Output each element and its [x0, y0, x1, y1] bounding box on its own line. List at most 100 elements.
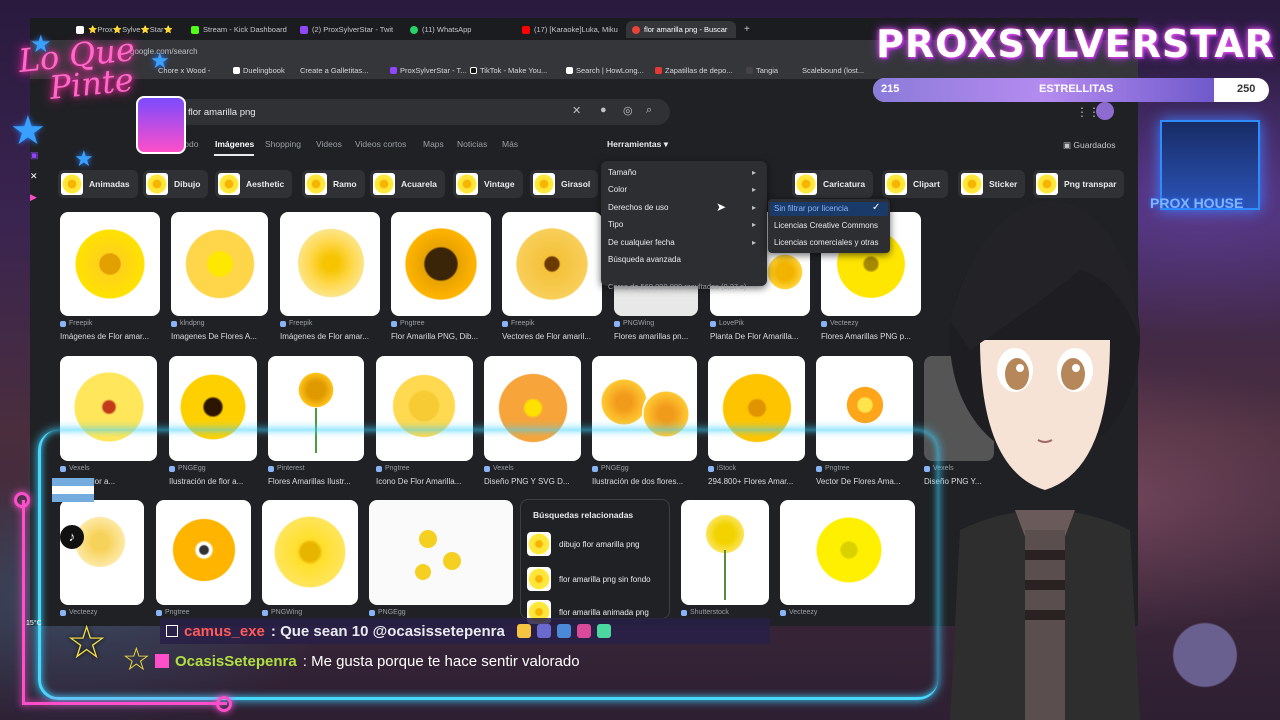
- search-icon[interactable]: ⌕: [646, 104, 652, 117]
- chat-text: : Que sean 10 @ocasissetepenra: [270, 622, 505, 640]
- kick-icon: [191, 25, 199, 34]
- menu-item-usage-rights[interactable]: Derechos de uso ▸: [608, 203, 756, 212]
- youtube-icon: [522, 25, 530, 34]
- emote-icon: [536, 624, 551, 638]
- chevron-right-icon: ▸: [752, 168, 757, 177]
- star-icon: ☆: [66, 616, 108, 668]
- tab-youtube[interactable]: (17) [Karaoke]Luka, Miku: [516, 21, 622, 38]
- goal-current: 215: [881, 83, 900, 95]
- neon-line: [22, 500, 25, 705]
- tab-google-search[interactable]: flor amarilla png - Buscar: [626, 21, 736, 38]
- tab-imagenes[interactable]: Imágenes: [215, 139, 254, 149]
- results-count: Cerca de 569.000.000 resultados (0,27 s): [608, 282, 747, 291]
- tab-kick[interactable]: Stream - Kick Dashboard: [185, 21, 287, 38]
- bookmark[interactable]: Search | HowLong...: [566, 66, 644, 75]
- star-icon: ★: [10, 109, 46, 153]
- star-icon: ★: [74, 146, 94, 171]
- new-tab-button[interactable]: +: [738, 21, 752, 38]
- x-icon: [76, 25, 84, 34]
- chip-filter[interactable]: Vintage: [453, 170, 523, 198]
- tiktok-icon: ♪: [60, 525, 84, 549]
- menu-item-color[interactable]: Color ▸: [608, 185, 756, 194]
- flower-image: [391, 212, 491, 316]
- follower-goal-bar: 215 ESTRELLITAS 250: [873, 78, 1269, 102]
- badge-icon: [155, 654, 169, 668]
- neon-dot: [216, 696, 232, 712]
- chat-message: OcasisSetepenra : Me gusta porque te hac…: [155, 648, 580, 674]
- chip-filter[interactable]: Aesthetic: [215, 170, 293, 198]
- x-icon: ✕: [30, 171, 38, 181]
- chip-filter[interactable]: Acuarela: [370, 170, 445, 198]
- chip-filter[interactable]: Girasol: [530, 170, 599, 198]
- chevron-right-icon: ▸: [752, 220, 757, 229]
- star-icon: ★: [150, 48, 170, 73]
- cat-icon: [1150, 600, 1260, 710]
- bookmark[interactable]: Duelingbook: [233, 66, 285, 75]
- saved-button[interactable]: ▣ Guardados: [1063, 140, 1115, 151]
- bookmark[interactable]: Scalebound (lost...: [802, 66, 864, 75]
- whatsapp-icon: [410, 25, 418, 34]
- chevron-right-icon: ▸: [752, 203, 757, 212]
- google-icon: [632, 25, 640, 34]
- chip-filter[interactable]: Ramo: [302, 170, 365, 198]
- flower-image: [280, 212, 380, 316]
- submenu-item-no-filter[interactable]: Sin filtrar por licencia: [774, 204, 848, 213]
- submenu-item-commercial[interactable]: Licencias comerciales y otras: [774, 238, 878, 247]
- emote-icon: [556, 624, 571, 638]
- tools-menu: Tamaño ▸ Color ▸ Derechos de uso ▸ Tipo ▸ De…: [601, 161, 767, 286]
- bookmark[interactable]: TikTok - Make You...: [470, 66, 547, 75]
- social-icons: ▣ ✕ ▶: [30, 150, 44, 203]
- submenu-item-creative-commons[interactable]: Licencias Creative Commons: [774, 221, 878, 230]
- chat-emotes: [516, 624, 611, 638]
- chat-message: camus_exe : Que sean 10 @ocasissetepenra: [160, 618, 770, 644]
- tab-videos-cortos[interactable]: Videos cortos: [355, 139, 406, 149]
- avatar[interactable]: [1096, 102, 1114, 120]
- tab-whatsapp[interactable]: (11) WhatsApp: [404, 21, 504, 38]
- check-icon: ✓: [872, 202, 881, 213]
- menu-item-advanced[interactable]: Búsqueda avanzada: [608, 255, 681, 264]
- chip-filter[interactable]: Animadas: [58, 170, 138, 198]
- bookmark[interactable]: Create a Galletitas...: [300, 66, 368, 75]
- neon-line: [22, 702, 227, 705]
- search-query-text: flor amarilla png: [188, 106, 256, 118]
- chat-text: : Me gusta porque te hace sentir valorad…: [302, 652, 580, 670]
- argentina-flag-icon: [52, 478, 94, 502]
- tab-mas[interactable]: Más: [502, 139, 518, 149]
- twitch-icon: ▣: [30, 150, 39, 160]
- chat-username: camus_exe: [184, 622, 265, 640]
- emote-icon: [596, 624, 611, 638]
- vtuber-avatar: [950, 200, 1140, 720]
- emote-icon: [576, 624, 591, 638]
- tab-shopping[interactable]: Shopping: [265, 139, 301, 149]
- clear-icon[interactable]: ✕: [572, 104, 581, 117]
- menu-item-size[interactable]: Tamaño ▸: [608, 168, 756, 177]
- lens-icon[interactable]: ◎: [623, 104, 633, 117]
- bookmark[interactable]: ProxSylverStar - T...: [390, 66, 467, 75]
- star-icon: ★: [30, 31, 52, 58]
- tools-button[interactable]: Herramientas ▾: [607, 139, 668, 150]
- menu-item-date[interactable]: De cualquier fecha ▸: [608, 238, 756, 247]
- usage-rights-submenu: Sin filtrar por licencia ✓ Licencias Cre…: [768, 199, 890, 253]
- bookmark[interactable]: Zapatillas de depo...: [655, 66, 733, 75]
- star-icon: ☆: [122, 641, 151, 677]
- tab-twitch[interactable]: (2) ProxSylverStar - Twit: [294, 21, 399, 38]
- mouse-cursor-icon: ➤: [716, 200, 727, 214]
- menu-item-type[interactable]: Tipo ▸: [608, 220, 756, 229]
- flower-image: [171, 212, 268, 316]
- neon-dot: [14, 492, 30, 508]
- slot-machine-icon: [136, 96, 186, 154]
- streamer-brand: PROXSYLVERSTAR: [876, 22, 1275, 66]
- chat-username: OcasisSetepenra: [175, 652, 297, 670]
- tab-videos[interactable]: Videos: [316, 139, 342, 149]
- emote-icon: [516, 624, 531, 638]
- search-input[interactable]: flor amarilla png ✕ ● ◎ ⌕: [160, 99, 670, 125]
- tab-noticias[interactable]: Noticias: [457, 139, 487, 149]
- youtube-icon: ▶: [30, 192, 37, 202]
- chip-filter[interactable]: Dibujo: [143, 170, 209, 198]
- mic-icon[interactable]: ●: [600, 104, 607, 116]
- badge-icon: [166, 625, 178, 637]
- goal-target: 250: [1237, 83, 1256, 95]
- chip-filter[interactable]: Caricatura: [792, 170, 874, 198]
- tab-maps[interactable]: Maps: [423, 139, 444, 149]
- bookmark[interactable]: Tangia: [746, 66, 778, 75]
